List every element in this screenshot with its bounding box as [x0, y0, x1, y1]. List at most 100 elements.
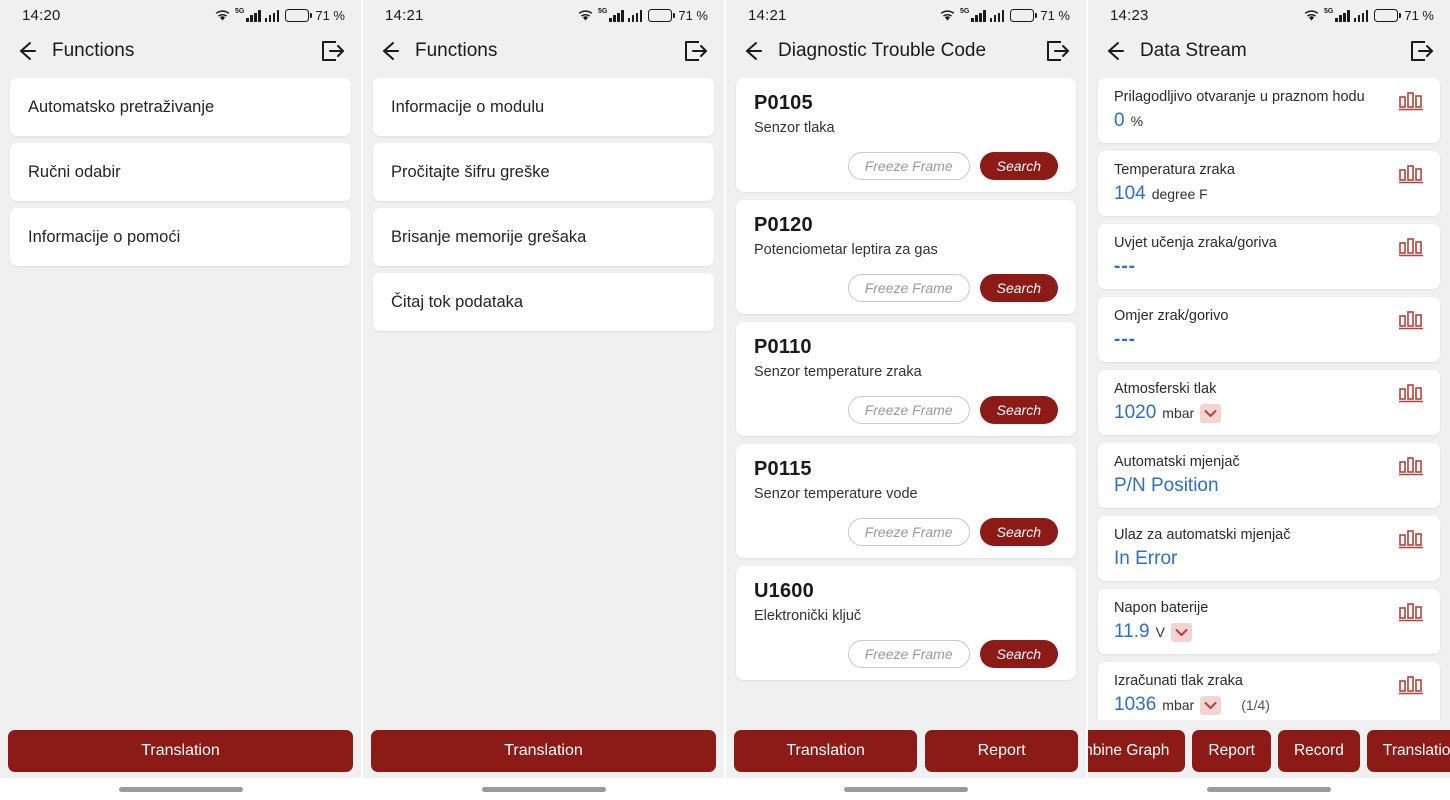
data-stream-row[interactable]: Omjer zrak/gorivo --- [1098, 297, 1440, 362]
exit-icon[interactable] [682, 38, 710, 64]
freeze-frame-button[interactable]: Freeze Frame [847, 396, 970, 424]
page-title: Functions [415, 40, 498, 61]
dtc-code: P0115 [754, 458, 812, 480]
bar-chart-icon[interactable] [1398, 163, 1424, 185]
bar-chart-icon[interactable] [1398, 674, 1424, 696]
search-button[interactable]: Search [979, 274, 1058, 302]
freeze-frame-button[interactable]: Freeze Frame [847, 518, 970, 546]
data-stream-unit: mbar [1162, 697, 1195, 713]
data-stream-value-row: P/N Position [1114, 475, 1424, 497]
dtc-action-row: Freeze Frame Search [754, 640, 1058, 668]
dtc-card[interactable]: P0115 Senzor temperature vode Freeze Fra… [736, 444, 1076, 558]
dtc-card[interactable]: P0110 Senzor temperature zraka Freeze Fr… [736, 322, 1076, 436]
data-stream-row[interactable]: Atmosferski tlak 1020 mbar [1098, 370, 1440, 435]
home-indicator[interactable] [844, 786, 968, 792]
list-item[interactable]: Pročitajte šifru greške [373, 143, 714, 201]
data-stream-unit: % [1130, 113, 1144, 129]
bar-chart-icon[interactable] [1398, 455, 1424, 477]
translation-button[interactable]: Translation [8, 730, 353, 772]
data-stream-value-row: --- [1114, 329, 1424, 351]
data-stream-row[interactable]: Napon baterije 11.9 V [1098, 589, 1440, 654]
translation-button[interactable]: Translation [734, 730, 918, 772]
status-clock: 14:21 [748, 6, 787, 24]
list-item[interactable]: Automatsko pretraživanje [10, 78, 351, 136]
data-stream-value: 0 [1114, 110, 1125, 131]
data-stream-row[interactable]: Automatski mjenjač P/N Position [1098, 443, 1440, 508]
exit-icon[interactable] [1044, 38, 1072, 64]
chevron-down-icon[interactable] [1200, 695, 1222, 715]
bar-chart-icon[interactable] [1398, 382, 1424, 404]
data-stream-value: 104 [1114, 183, 1146, 204]
data-stream-row[interactable]: Ulaz za automatski mjenjač In Error [1098, 516, 1440, 581]
bar-chart-icon[interactable] [1398, 528, 1424, 550]
data-stream-unit: degree F [1151, 186, 1208, 202]
data-stream-label: Napon baterije [1114, 600, 1209, 616]
list-item[interactable]: Ručni odabir [10, 143, 351, 201]
battery-icon [285, 8, 313, 22]
home-indicator[interactable] [118, 786, 243, 792]
list-item[interactable]: Informacije o pomoći [10, 208, 351, 266]
dtc-code: P0120 [754, 214, 813, 236]
signal-bars-icon-1 [246, 9, 261, 22]
list-item-label: Ručni odabir [28, 162, 121, 181]
chevron-down-icon[interactable] [1200, 403, 1222, 423]
app-bar: Diagnostic Trouble Code [726, 30, 1086, 72]
bottom-action-bar: Translation [0, 720, 361, 778]
report-button[interactable]: Report [1192, 730, 1271, 772]
dtc-card[interactable]: P0105 Senzor tlaka Freeze Frame Search [736, 78, 1076, 192]
translation-button[interactable]: Translation [371, 730, 716, 772]
translation-button[interactable]: Translation [1366, 730, 1450, 772]
list-item-label: Čitaj tok podataka [391, 292, 524, 311]
battery-percent: 71 % [1040, 7, 1070, 23]
list-item[interactable]: Informacije o modulu [373, 78, 714, 136]
signal-bars-icon-1 [971, 9, 986, 22]
search-button[interactable]: Search [979, 152, 1058, 180]
report-button[interactable]: Report [925, 730, 1078, 772]
battery-icon [1010, 8, 1038, 22]
back-arrow-icon[interactable] [740, 38, 766, 64]
record-button[interactable]: Record [1277, 730, 1360, 772]
battery-icon [648, 8, 676, 22]
data-stream-value-row: In Error [1114, 548, 1424, 570]
page-indicator: (1/4) [1241, 697, 1270, 713]
dtc-card[interactable]: P0120 Potenciometar leptira za gas Freez… [736, 200, 1076, 314]
freeze-frame-button[interactable]: Freeze Frame [847, 274, 970, 302]
exit-icon[interactable] [319, 38, 347, 64]
back-arrow-icon[interactable] [1102, 38, 1128, 64]
back-arrow-icon[interactable] [14, 38, 40, 64]
data-stream-row[interactable]: Temperatura zraka 104 degree F [1098, 151, 1440, 216]
list-item[interactable]: Brisanje memorije grešaka [373, 208, 714, 266]
signal-bars-icon-2 [1353, 9, 1369, 22]
list-item-label: Informacije o modulu [391, 97, 545, 116]
status-icon-group: 5G 71 % [577, 8, 708, 23]
bar-chart-icon[interactable] [1398, 309, 1424, 331]
data-stream-row[interactable]: Uvjet učenja zraka/goriva --- [1098, 224, 1440, 289]
status-bar: 14:20 5G 71 % [0, 0, 361, 30]
search-button[interactable]: Search [979, 640, 1058, 668]
bar-chart-icon[interactable] [1398, 90, 1424, 112]
phone-screen-functions-1: 14:20 5G 71 % Functions Automatsko pretr… [0, 0, 363, 800]
bar-chart-icon[interactable] [1398, 236, 1424, 258]
search-button[interactable]: Search [979, 518, 1058, 546]
back-arrow-icon[interactable] [377, 38, 403, 64]
page-title: Data Stream [1140, 40, 1247, 61]
freeze-frame-button[interactable]: Freeze Frame [847, 640, 970, 668]
home-indicator[interactable] [481, 786, 606, 792]
app-bar: Data Stream [1088, 30, 1450, 72]
dtc-action-row: Freeze Frame Search [754, 396, 1058, 424]
battery-percent: 71 % [315, 7, 345, 23]
home-indicator[interactable] [1207, 786, 1331, 792]
search-button[interactable]: Search [979, 396, 1058, 424]
combine-graph-button[interactable]: Combine Graph [1088, 730, 1186, 772]
freeze-frame-button[interactable]: Freeze Frame [847, 152, 970, 180]
bar-chart-icon[interactable] [1398, 601, 1424, 623]
data-stream-value: In Error [1114, 548, 1178, 569]
dtc-action-row: Freeze Frame Search [754, 152, 1058, 180]
chevron-down-icon[interactable] [1170, 622, 1192, 642]
dtc-card[interactable]: U1600 Elektronički ključ Freeze Frame Se… [736, 566, 1076, 680]
exit-icon[interactable] [1408, 38, 1436, 64]
data-stream-row[interactable]: Prilagodljivo otvaranje u praznom hodu 0… [1098, 78, 1440, 143]
list-item[interactable]: Čitaj tok podataka [373, 273, 714, 331]
data-stream-row[interactable]: Izračunati tlak zraka 1036 mbar (1/4) [1098, 662, 1440, 720]
status-icon-group: 5G 71 % [1303, 8, 1434, 23]
